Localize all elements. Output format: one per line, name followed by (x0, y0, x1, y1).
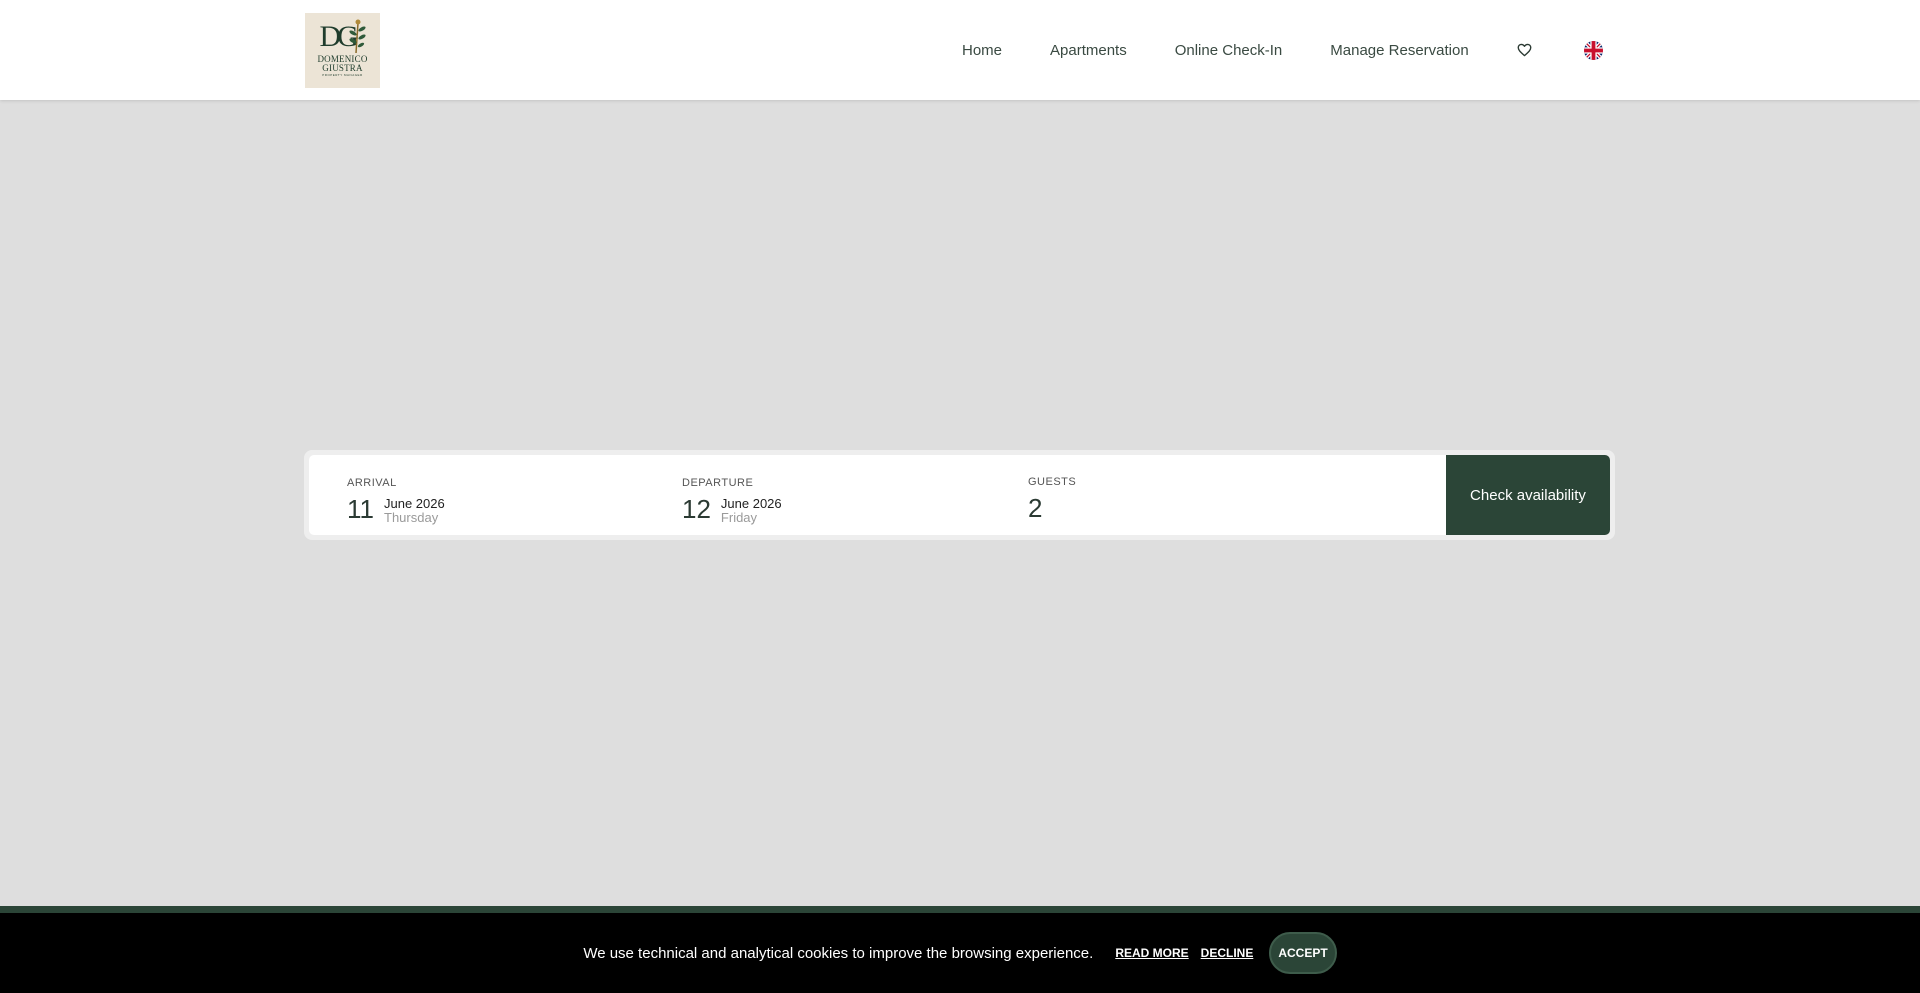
logo-tagline: property manager (322, 73, 363, 77)
cookie-banner: We use technical and analytical cookies … (0, 906, 1920, 993)
logo-mark: DG (317, 19, 369, 55)
guests-count: 2 (1028, 493, 1043, 523)
departure-label: DEPARTURE (682, 477, 754, 489)
heart-icon[interactable] (1517, 43, 1532, 57)
brand-logo[interactable]: DG DOMENICO GIUSTRA property manager (305, 13, 380, 88)
check-availability-button[interactable]: Check availability (1446, 455, 1610, 535)
arrival-date-field[interactable]: ARRIVAL 11 June 2026 Thursday (347, 477, 445, 525)
main-nav: Home Apartments Online Check-In Manage R… (962, 0, 1603, 100)
uk-flag-icon[interactable] (1583, 40, 1603, 60)
nav-online-check-in[interactable]: Online Check-In (1175, 42, 1283, 59)
departure-day: 12 (682, 494, 711, 524)
guests-field[interactable]: GUESTS 2 (1028, 476, 1076, 523)
cookie-read-more-link[interactable]: READ MORE (1115, 946, 1188, 960)
logo-name-line2: GIUSTRA (322, 63, 363, 73)
cookie-message: We use technical and analytical cookies … (583, 944, 1094, 962)
guests-label: GUESTS (1028, 476, 1077, 488)
arrival-weekday: Thursday (384, 510, 439, 525)
arrival-month: June 2026 (384, 496, 445, 511)
nav-manage-reservation[interactable]: Manage Reservation (1330, 42, 1468, 59)
nav-home[interactable]: Home (962, 42, 1002, 59)
booking-search-bar: ARRIVAL 11 June 2026 Thursday DEPARTURE … (304, 450, 1615, 540)
cookie-accept-button[interactable]: ACCEPT (1269, 932, 1337, 974)
departure-date-field[interactable]: DEPARTURE 12 June 2026 Friday (682, 477, 782, 525)
site-header: DG DOMENICO GIUSTRA property manager Hom… (0, 0, 1920, 100)
nav-apartments[interactable]: Apartments (1050, 42, 1127, 59)
booking-search-form: ARRIVAL 11 June 2026 Thursday DEPARTURE … (309, 455, 1610, 535)
departure-weekday: Friday (720, 510, 758, 525)
arrival-label: ARRIVAL (347, 477, 397, 489)
arrival-day: 11 (347, 494, 374, 524)
cookie-decline-link[interactable]: DECLINE (1201, 946, 1254, 960)
olive-branch-icon (348, 19, 366, 53)
departure-month: June 2026 (720, 496, 782, 511)
